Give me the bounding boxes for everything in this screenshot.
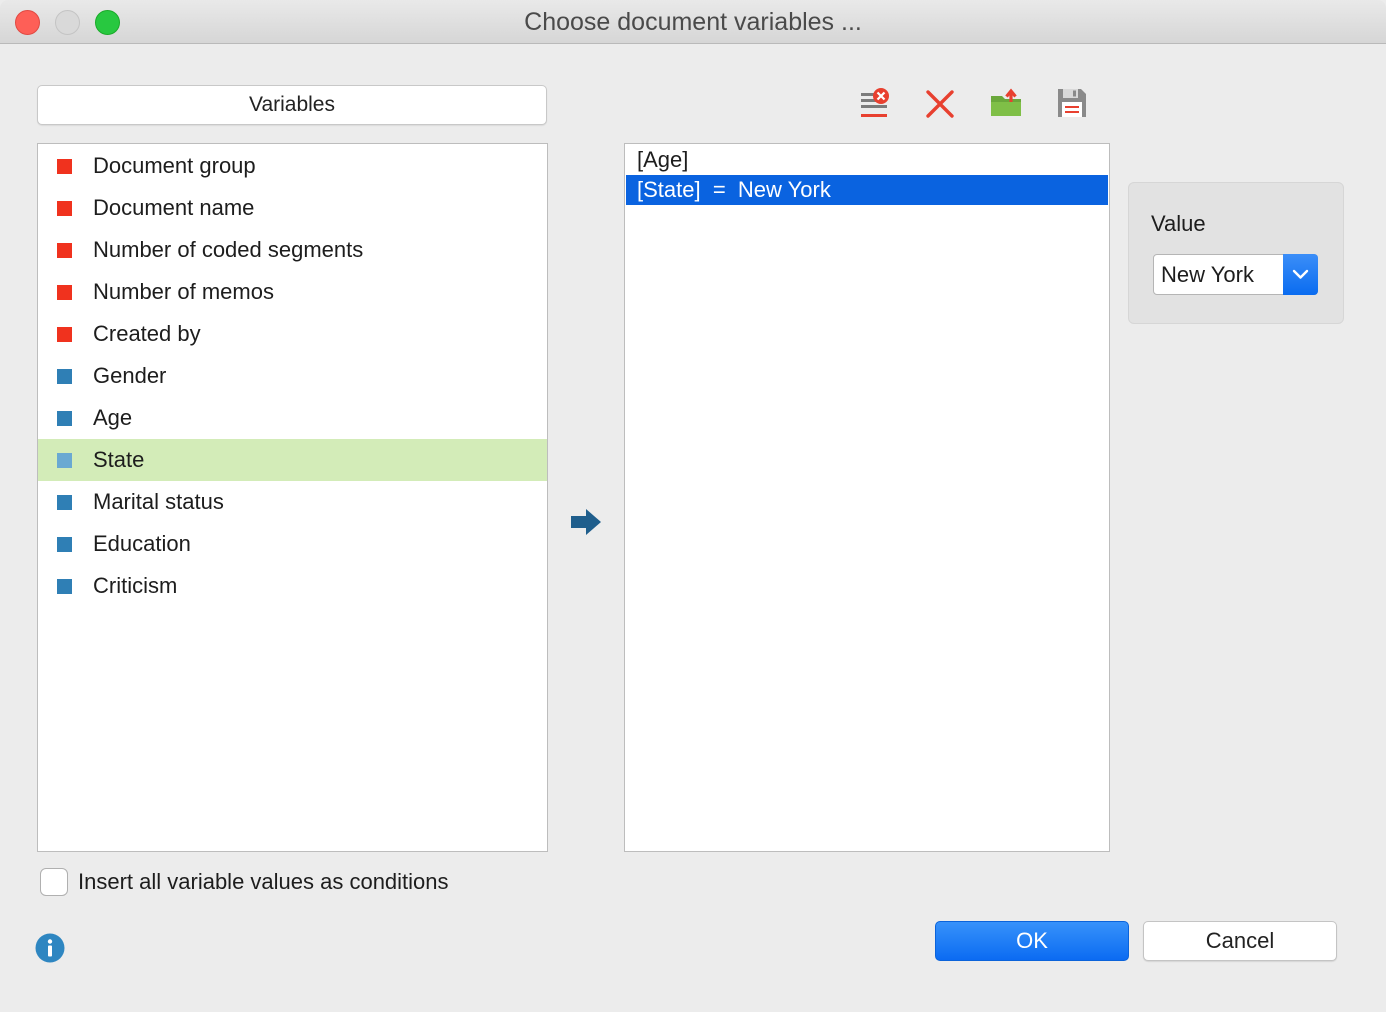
user-variable-icon (57, 411, 72, 426)
user-variable-icon (57, 537, 72, 552)
user-variable-icon (57, 495, 72, 510)
variables-header-button[interactable]: Variables (37, 85, 547, 125)
condition-item[interactable]: [Age] (626, 145, 1108, 175)
variable-item[interactable]: Education (38, 523, 547, 565)
variable-label: State (93, 447, 145, 472)
variable-label: Age (93, 405, 133, 430)
user-variable-icon (57, 579, 72, 594)
variable-item[interactable]: Number of coded segments (38, 229, 547, 271)
value-panel: Value New York (1128, 182, 1344, 324)
variable-item[interactable]: Age (38, 397, 547, 439)
remove-all-conditions-icon[interactable] (857, 86, 891, 120)
variable-label: Document group (93, 153, 256, 178)
open-filter-icon[interactable] (989, 86, 1023, 120)
insert-all-values-label: Insert all variable values as conditions (78, 869, 449, 894)
variable-item[interactable]: Marital status (38, 481, 547, 523)
variable-label: Number of coded segments (93, 237, 364, 262)
system-variable-icon (57, 201, 72, 216)
variables-list[interactable]: Document group Document name Number of c… (37, 143, 548, 852)
variable-label: Gender (93, 363, 167, 388)
cancel-button[interactable]: Cancel (1143, 921, 1337, 961)
user-variable-icon (57, 369, 72, 384)
variable-label: Education (93, 531, 191, 556)
window-title: Choose document variables ... (524, 8, 862, 36)
variable-label: Number of memos (93, 279, 274, 304)
variable-item[interactable]: Gender (38, 355, 547, 397)
variable-item-selected[interactable]: State (38, 439, 547, 481)
chevron-down-icon[interactable] (1283, 254, 1318, 295)
variable-item[interactable]: Criticism (38, 565, 547, 607)
variable-item[interactable]: Number of memos (38, 271, 547, 313)
value-dropdown[interactable]: New York (1153, 254, 1318, 295)
insert-all-values-checkbox[interactable] (40, 868, 68, 896)
variable-item[interactable]: Document name (38, 187, 547, 229)
variable-label: Document name (93, 195, 255, 220)
condition-item-selected[interactable]: [State] = New York (626, 175, 1108, 205)
variable-label: Created by (93, 321, 201, 346)
system-variable-icon (57, 285, 72, 300)
save-filter-icon[interactable] (1055, 86, 1089, 120)
system-variable-icon (57, 159, 72, 174)
system-variable-icon (57, 243, 72, 258)
conditions-list[interactable]: [Age] [State] = New York (624, 143, 1110, 852)
info-icon[interactable] (35, 933, 65, 963)
value-dropdown-text: New York (1161, 262, 1254, 287)
ok-button[interactable]: OK (935, 921, 1129, 961)
add-variable-arrow-icon[interactable] (570, 507, 602, 537)
system-variable-icon (57, 327, 72, 342)
user-variable-icon (57, 453, 72, 468)
variable-label: Criticism (93, 573, 178, 598)
variable-label: Marital status (93, 489, 224, 514)
variable-item[interactable]: Created by (38, 313, 547, 355)
delete-condition-icon[interactable] (923, 86, 957, 120)
value-label: Value (1151, 211, 1206, 236)
title-bar: Choose document variables ... (0, 0, 1386, 44)
variable-item[interactable]: Document group (38, 145, 547, 187)
